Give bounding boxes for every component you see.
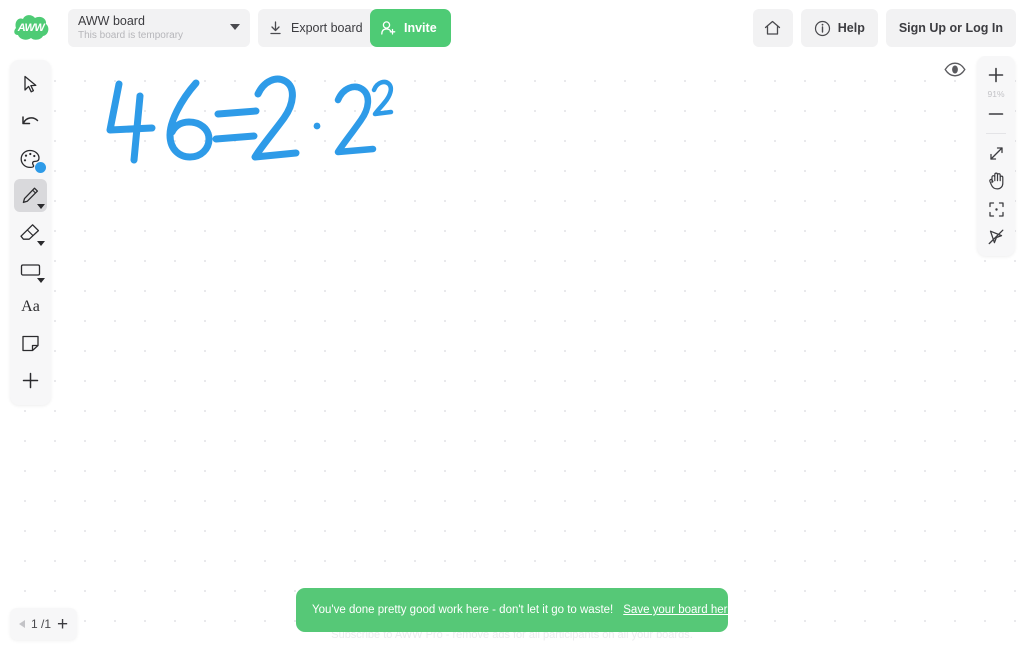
- undo-arrow-icon: [22, 116, 39, 125]
- help-label: Help: [837, 21, 865, 35]
- left-toolbar: Aa: [10, 60, 51, 405]
- eraser-options-caret-icon[interactable]: [37, 241, 45, 246]
- zoom-out-button[interactable]: [981, 100, 1011, 128]
- chevron-down-icon: [230, 24, 240, 30]
- pencil-options-caret-icon[interactable]: [37, 204, 45, 209]
- board-title: AWW board: [78, 14, 145, 28]
- zoom-level-label: 91%: [987, 89, 1005, 99]
- pan-hand-button[interactable]: [981, 167, 1011, 195]
- fit-expand-button[interactable]: [981, 139, 1011, 167]
- aww-logo[interactable]: AWW: [10, 13, 52, 43]
- page-count-label: 1 /1: [31, 617, 52, 631]
- board-name-dropdown[interactable]: AWW board This board is temporary: [68, 9, 250, 47]
- header-actions: Help Sign Up or Log In: [752, 9, 1016, 47]
- aww-logo-text: AWW: [17, 22, 45, 34]
- add-page-button[interactable]: +: [57, 615, 68, 634]
- person-add-icon: [381, 20, 396, 35]
- help-button[interactable]: Help: [800, 9, 878, 47]
- hand-icon: [988, 172, 1003, 190]
- text-aa-icon: Aa: [21, 297, 40, 315]
- color-palette-tool[interactable]: [14, 142, 47, 175]
- eraser-tool[interactable]: [14, 216, 47, 249]
- export-board-button[interactable]: Export board: [258, 9, 375, 47]
- board-subtitle: This board is temporary: [78, 30, 184, 41]
- invite-button[interactable]: Invite: [370, 9, 451, 47]
- presence-visibility-button[interactable]: [942, 57, 968, 81]
- undo-tool[interactable]: [14, 105, 47, 138]
- aww-whiteboard-app: AWW AWW board This board is temporary Ex…: [0, 0, 1024, 648]
- pencil-tool[interactable]: [14, 179, 47, 212]
- rail-divider: [986, 133, 1006, 134]
- shape-tool[interactable]: [14, 253, 47, 286]
- focus-center-button[interactable]: [981, 195, 1011, 223]
- ink-drawing: [106, 75, 394, 164]
- signup-login-button[interactable]: Sign Up or Log In: [885, 9, 1016, 47]
- download-icon: [270, 21, 281, 35]
- toast-close-button[interactable]: [747, 600, 762, 620]
- laser-pointer-button[interactable]: [981, 223, 1011, 251]
- expand-arrows-icon: [989, 146, 1003, 160]
- select-tool[interactable]: [14, 68, 47, 101]
- text-tool[interactable]: Aa: [14, 290, 47, 323]
- minus-icon: [988, 113, 1004, 115]
- plus-icon: [22, 372, 39, 389]
- close-icon: [748, 603, 761, 617]
- eraser-icon: [20, 224, 40, 240]
- laser-pointer-icon: [988, 229, 1004, 245]
- pencil-icon: [22, 187, 39, 204]
- whiteboard-canvas[interactable]: [0, 56, 1024, 648]
- signup-login-label: Sign Up or Log In: [898, 21, 1003, 35]
- page-navigation: 1 /1 +: [10, 608, 78, 640]
- triangle-left-icon[interactable]: [19, 620, 25, 628]
- current-color-indicator: [35, 162, 46, 173]
- info-circle-icon: [814, 20, 830, 36]
- save-board-toast: You've done pretty good work here - don'…: [296, 588, 761, 632]
- focus-brackets-icon: [988, 201, 1004, 217]
- home-button[interactable]: [752, 9, 793, 47]
- save-board-link[interactable]: Save your board here.: [623, 604, 737, 616]
- home-icon: [765, 20, 781, 35]
- app-header: AWW AWW board This board is temporary Ex…: [0, 0, 1024, 56]
- rectangle-icon: [20, 263, 40, 276]
- invite-label: Invite: [404, 21, 437, 35]
- export-board-label: Export board: [291, 21, 363, 35]
- add-tool[interactable]: [14, 364, 47, 397]
- zoom-rail: 91%: [977, 56, 1015, 256]
- toast-message: You've done pretty good work here - don'…: [312, 604, 614, 616]
- cursor-icon: [24, 75, 37, 93]
- sticky-note-tool[interactable]: [14, 327, 47, 360]
- sticky-note-icon: [22, 335, 39, 352]
- shape-options-caret-icon[interactable]: [37, 278, 45, 283]
- plus-icon: [988, 67, 1004, 83]
- zoom-in-button[interactable]: [981, 61, 1011, 89]
- eye-icon: [944, 62, 966, 76]
